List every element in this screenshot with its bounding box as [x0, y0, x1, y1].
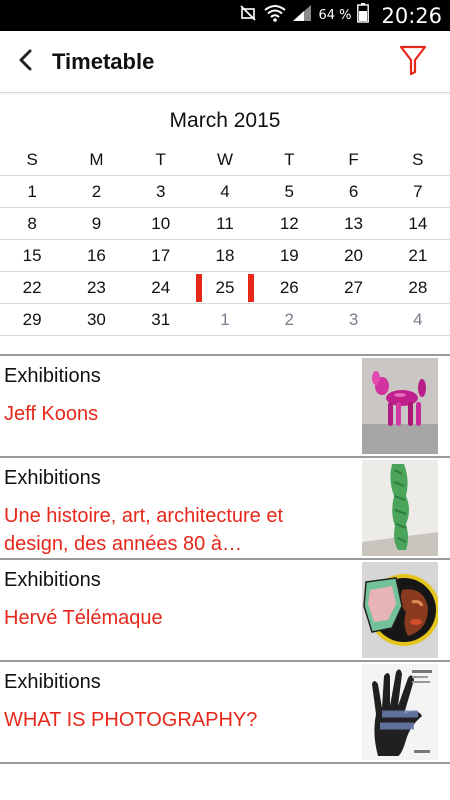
filter-button[interactable]: [396, 44, 430, 80]
calendar-day[interactable]: 2: [64, 176, 128, 208]
calendar-week: 22 23 24 25 26 27 28: [0, 272, 450, 304]
list-item[interactable]: Exhibitions WHAT IS PHOTOGRAPHY?: [0, 662, 450, 764]
calendar-day[interactable]: 11: [193, 208, 257, 240]
chevron-left-icon: [18, 48, 34, 77]
calendar-day[interactable]: 6: [321, 176, 385, 208]
event-title: Jeff Koons: [4, 403, 99, 425]
calendar-day[interactable]: 19: [257, 240, 321, 272]
weekday-label: M: [89, 149, 104, 169]
event-category: Exhibitions: [4, 671, 101, 693]
calendar-day[interactable]: 12: [257, 208, 321, 240]
event-category: Exhibitions: [4, 569, 101, 591]
calendar-day[interactable]: 22: [0, 272, 64, 304]
calendar-day[interactable]: 21: [386, 240, 450, 272]
event-category: Exhibitions: [4, 467, 101, 489]
weekday-label: T: [155, 149, 166, 169]
calendar-day[interactable]: 24: [129, 272, 193, 304]
calendar-day-selected[interactable]: 25: [193, 272, 257, 304]
battery-percent: 64 %: [318, 8, 352, 23]
weekday-label: W: [216, 149, 234, 169]
signal-icon: [292, 4, 312, 27]
calendar-day[interactable]: 14: [386, 208, 450, 240]
app-bar: Timetable: [0, 31, 450, 93]
back-button[interactable]: [12, 45, 40, 79]
calendar-day[interactable]: 15: [0, 240, 64, 272]
weekday-label: F: [348, 149, 359, 169]
weekday-label: S: [26, 149, 38, 169]
calendar-day[interactable]: 9: [64, 208, 128, 240]
calendar-day[interactable]: 16: [64, 240, 128, 272]
calendar-day-next-month[interactable]: 3: [321, 304, 385, 336]
battery-icon: [357, 3, 370, 28]
list-item[interactable]: Exhibitions Une histoire, art, architect…: [0, 458, 450, 560]
filter-icon: [399, 44, 427, 81]
calendar-day-label: 25: [215, 278, 235, 297]
calendar-day[interactable]: 30: [64, 304, 128, 336]
calendar-week: 8 9 10 11 12 13 14: [0, 208, 450, 240]
status-icons: 64 % 20:26: [238, 0, 450, 31]
calendar-day[interactable]: 26: [257, 272, 321, 304]
calendar-day-next-month[interactable]: 2: [257, 304, 321, 336]
event-thumbnail-balloon-dog: [362, 358, 438, 454]
weekday-header: S M T W T F S: [0, 144, 450, 176]
calendar-day[interactable]: 23: [64, 272, 128, 304]
event-thumbnail-painting: [362, 562, 438, 658]
mute-icon: [238, 4, 258, 27]
calendar-day[interactable]: 20: [321, 240, 385, 272]
calendar-day[interactable]: 13: [321, 208, 385, 240]
calendar-day[interactable]: 7: [386, 176, 450, 208]
list-item[interactable]: Exhibitions Jeff Koons: [0, 356, 450, 458]
calendar-week: 1 2 3 4 5 6 7: [0, 176, 450, 208]
clock: 20:26: [381, 3, 442, 28]
calendar-day-next-month[interactable]: 4: [386, 304, 450, 336]
event-thumbnail-poster: [362, 664, 438, 760]
calendar-day[interactable]: 31: [129, 304, 193, 336]
event-title: WHAT IS PHOTOGRAPHY?: [4, 709, 258, 731]
list-item[interactable]: Exhibitions Hervé Télémaque: [0, 560, 450, 662]
selection-marker-right: [248, 274, 255, 302]
calendar-day[interactable]: 29: [0, 304, 64, 336]
calendar-day[interactable]: 27: [321, 272, 385, 304]
calendar: March 2015 S M T W T F S 1 2 3 4 5 6 7 8…: [0, 94, 450, 336]
calendar-week: 15 16 17 18 19 20 21: [0, 240, 450, 272]
calendar-day[interactable]: 18: [193, 240, 257, 272]
weekday-label: S: [412, 149, 424, 169]
wifi-icon: [264, 4, 287, 27]
calendar-month-title: March 2015: [169, 109, 281, 132]
status-bar: 64 % 20:26: [0, 0, 450, 31]
calendar-day[interactable]: 28: [386, 272, 450, 304]
calendar-day[interactable]: 10: [129, 208, 193, 240]
selection-marker-left: [195, 274, 202, 302]
calendar-day[interactable]: 17: [129, 240, 193, 272]
page-title: Timetable: [52, 49, 155, 74]
event-title: Une histoire, art, architecture et desig…: [4, 505, 284, 555]
calendar-week: 29 30 31 1 2 3 4: [0, 304, 450, 336]
calendar-day[interactable]: 1: [0, 176, 64, 208]
calendar-day[interactable]: 3: [129, 176, 193, 208]
event-title: Hervé Télémaque: [4, 607, 163, 629]
calendar-day[interactable]: 8: [0, 208, 64, 240]
calendar-day[interactable]: 4: [193, 176, 257, 208]
event-thumbnail-sculpture: [362, 460, 438, 556]
weekday-label: T: [284, 149, 295, 169]
event-list: Exhibitions Jeff Koons Exhibitions Une h…: [0, 354, 450, 764]
event-category: Exhibitions: [4, 365, 101, 387]
calendar-day[interactable]: 5: [257, 176, 321, 208]
calendar-day-next-month[interactable]: 1: [193, 304, 257, 336]
